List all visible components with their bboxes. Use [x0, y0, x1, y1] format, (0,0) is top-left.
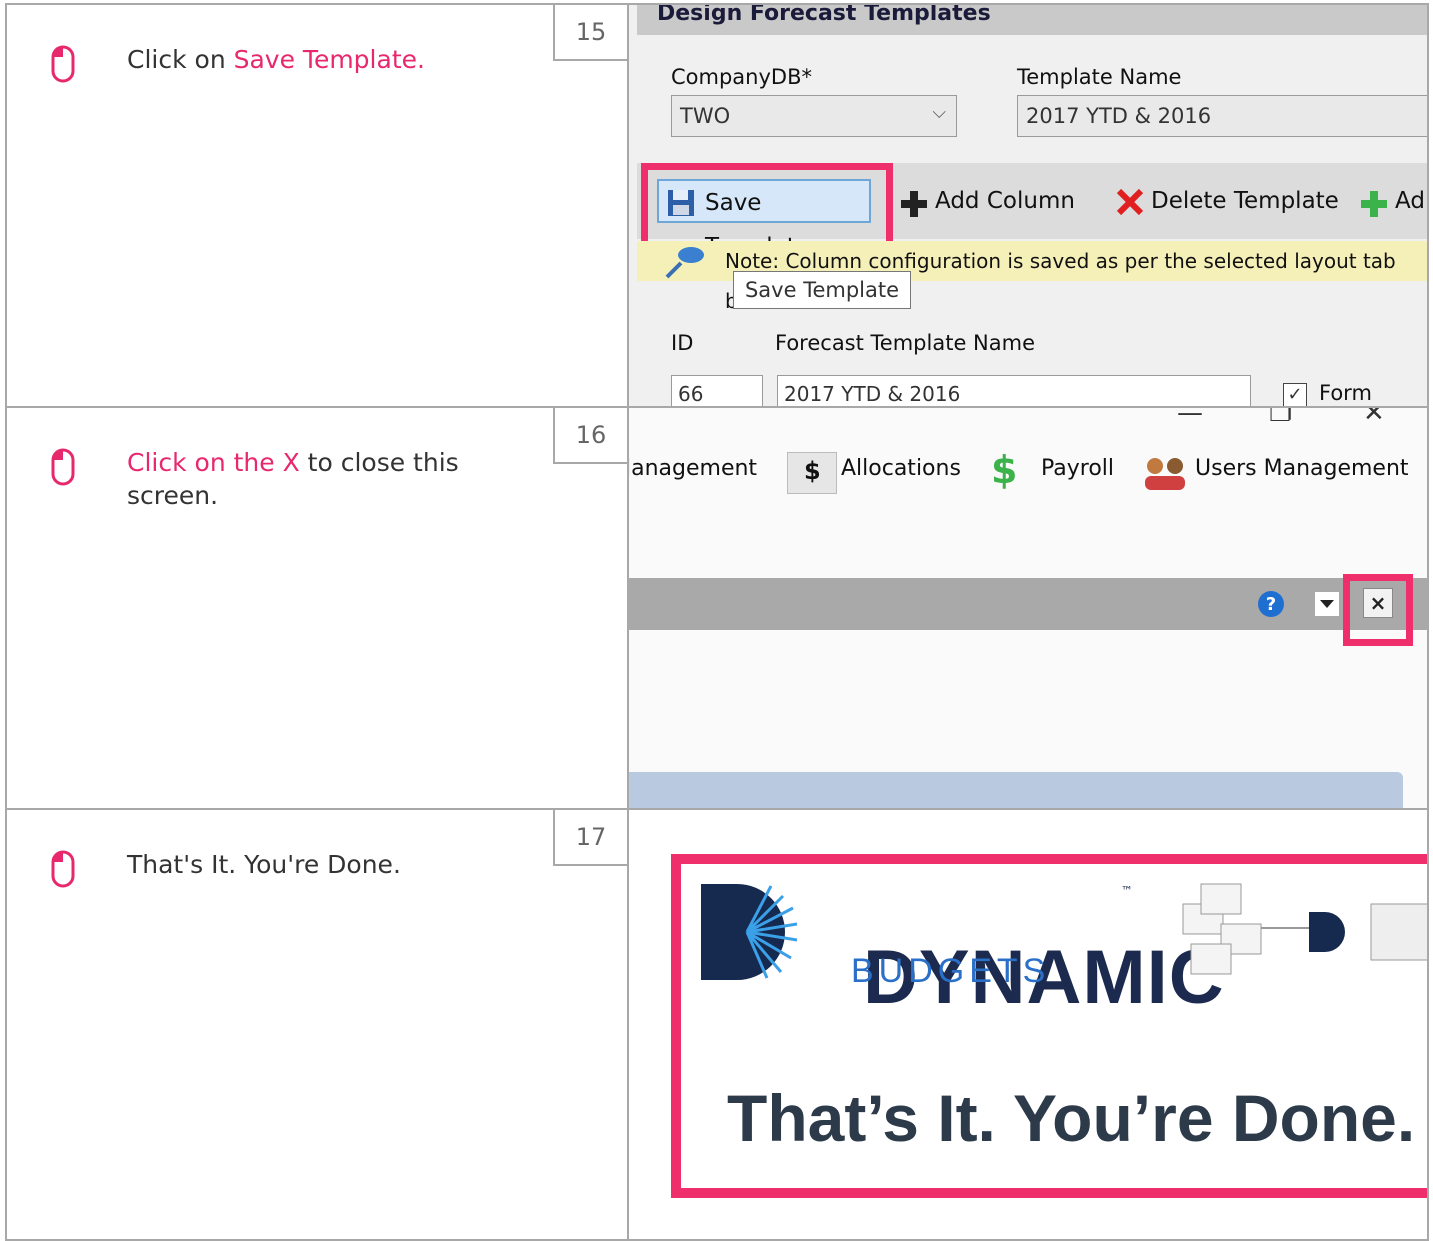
step-number: 17	[553, 808, 627, 866]
id-field[interactable]: 66	[671, 375, 763, 406]
step-highlight: Click on the X	[127, 448, 300, 477]
chevron-down-icon: ⌵	[932, 102, 946, 123]
pushpin-icon	[665, 247, 704, 279]
step-instruction-panel: Click on the X to close this screen. 16	[7, 406, 627, 808]
id-label: ID	[671, 331, 694, 355]
brand-subtitle: BUDGETS	[851, 952, 1051, 990]
dropdown-icon[interactable]	[1315, 592, 1339, 616]
svg-text:?: ?	[1266, 594, 1276, 615]
step-row-17: That's It. You're Done. 17 DYNAMIC ™ BUD…	[5, 808, 1429, 1241]
template-name-label: Template Name	[1017, 65, 1182, 89]
close-highlight	[1343, 574, 1413, 646]
window-title: Design Forecast Templates	[637, 5, 1427, 35]
forecast-template-name-label: Forecast Template Name	[775, 331, 1035, 355]
step-number: 16	[553, 406, 627, 464]
restore-icon[interactable]: ❐	[1269, 408, 1292, 428]
done-message: That’s It. You’re Done.	[727, 1081, 1416, 1155]
add-button-partial[interactable]: Ad	[1359, 179, 1425, 223]
screenshot-main-window: — ❐ ✕ lanagement $ Allocations $ Payroll…	[627, 408, 1427, 808]
companydb-select[interactable]: TWO ⌵	[671, 95, 957, 137]
red-x-icon	[1116, 188, 1144, 216]
form-enable-label: Form Enabl	[1319, 381, 1378, 406]
help-icon[interactable]: ?	[1257, 590, 1285, 618]
step-text: Click on Save Template.	[127, 45, 425, 74]
step-highlight: Save Template.	[233, 45, 425, 74]
template-name-input[interactable]: 2017 YTD & 2016	[1017, 95, 1427, 137]
dynamic-budgets-logo-icon	[701, 884, 798, 980]
screenshot-design-forecast-templates: Design Forecast Templates CompanyDB* Tem…	[627, 5, 1427, 406]
step-row-16: Click on the X to close this screen. 16 …	[5, 406, 1429, 810]
step-text: Click on the X to close this screen.	[127, 448, 459, 510]
users-icon	[1145, 458, 1185, 490]
step-text: That's It. You're Done.	[127, 850, 401, 879]
minimize-icon[interactable]: —	[1177, 408, 1203, 428]
add-column-button[interactable]: Add Column	[899, 179, 1075, 223]
save-template-highlight	[641, 163, 893, 251]
mouse-click-icon	[51, 448, 75, 486]
done-banner: DYNAMIC ™ BUDGETS That’s It. You’re Done…	[671, 854, 1427, 1198]
workflow-graphic-icon	[1182, 883, 1427, 975]
panel-header-bar: ? ×	[629, 578, 1427, 630]
payroll-icon: $	[991, 448, 1018, 492]
mouse-click-icon	[51, 45, 75, 83]
trademark-mark: ™	[1121, 884, 1133, 898]
menu-users-management[interactable]: Users Management	[1195, 456, 1409, 481]
forecast-template-name-field[interactable]: 2017 YTD & 2016	[777, 375, 1251, 406]
step-number: 15	[553, 3, 627, 61]
content-panel	[629, 772, 1403, 808]
tooltip: Save Template	[733, 271, 911, 309]
delete-template-button[interactable]: Delete Template	[1115, 179, 1339, 223]
allocations-icon: $	[787, 452, 837, 494]
mouse-click-icon	[51, 850, 75, 888]
screenshot-done-banner: DYNAMIC ™ BUDGETS That’s It. You’re Done…	[627, 810, 1427, 1239]
menu-allocations[interactable]: Allocations	[841, 456, 961, 481]
step-row-15: Click on Save Template. 15 Design Foreca…	[5, 3, 1429, 408]
step-instruction-panel: That's It. You're Done. 17	[7, 808, 627, 1239]
window-close-icon[interactable]: ✕	[1363, 408, 1385, 428]
green-plus-icon	[1361, 191, 1387, 217]
companydb-label: CompanyDB*	[671, 65, 812, 89]
form-enable-checkbox[interactable]: ✓	[1283, 383, 1307, 406]
menu-payroll[interactable]: Payroll	[1041, 456, 1114, 481]
menu-management[interactable]: lanagement	[629, 456, 757, 481]
step-instruction-panel: Click on Save Template. 15	[7, 3, 627, 406]
plus-icon	[901, 191, 927, 217]
